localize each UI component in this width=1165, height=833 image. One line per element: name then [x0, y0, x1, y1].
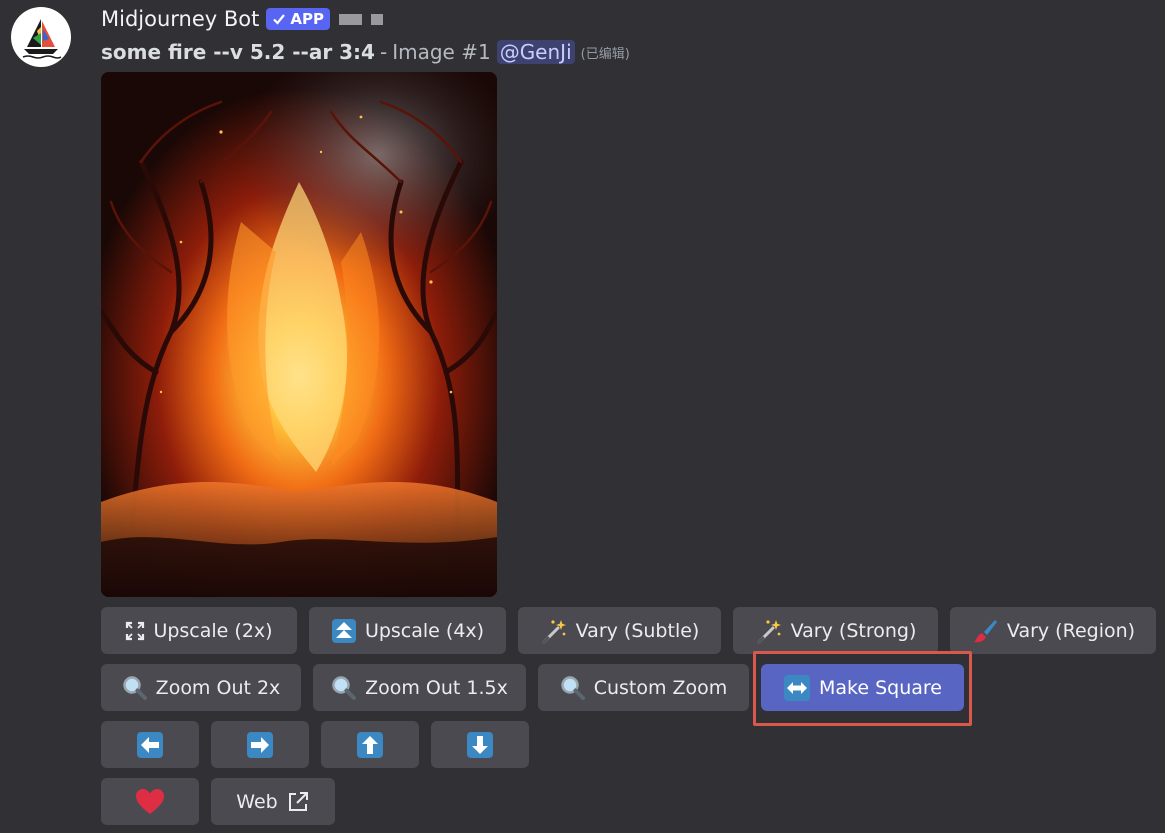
message-content: some fire --v 5.2 --ar 3:4 - Image #1 @G…	[101, 37, 630, 67]
vary-subtle-button[interactable]: Vary (Subtle)	[518, 607, 721, 654]
separator: -	[379, 40, 388, 64]
arrow-up-icon	[356, 731, 384, 759]
pan-up-button[interactable]	[321, 721, 419, 768]
zoom-out-2x-button[interactable]: Zoom Out 2x	[101, 664, 301, 711]
app-badge-label: APP	[290, 10, 324, 28]
button-label: Vary (Region)	[1006, 619, 1136, 642]
redacted-block	[338, 13, 362, 25]
heart-icon	[135, 788, 165, 816]
pan-down-button[interactable]	[431, 721, 529, 768]
magnifying-glass-icon	[122, 675, 148, 701]
button-label: Zoom Out 1.5x	[365, 676, 508, 699]
avatar[interactable]	[11, 7, 71, 67]
upscale-4x-button[interactable]: Upscale (4x)	[309, 607, 506, 654]
magnifying-glass-icon	[560, 675, 586, 701]
magnifying-glass-icon	[331, 675, 357, 701]
zoom-out-1-5x-button[interactable]: Zoom Out 1.5x	[313, 664, 526, 711]
highlight-annotation	[753, 651, 972, 726]
pan-right-button[interactable]	[211, 721, 309, 768]
generated-image[interactable]	[101, 72, 497, 597]
arrow-right-icon	[246, 731, 274, 759]
button-label: Upscale (2x)	[153, 619, 273, 642]
user-mention[interactable]: @GenJi	[496, 40, 575, 64]
author-name[interactable]: Midjourney Bot	[101, 7, 259, 31]
favorite-button[interactable]	[101, 778, 199, 825]
button-label: Zoom Out 2x	[155, 676, 281, 699]
arrow-left-icon	[136, 731, 164, 759]
expand-corners-icon	[125, 621, 145, 641]
image-label: Image #1	[392, 40, 491, 64]
prompt-text: some fire --v 5.2 --ar 3:4	[101, 40, 375, 64]
pan-left-button[interactable]	[101, 721, 199, 768]
button-label: Custom Zoom	[593, 676, 728, 699]
paintbrush-icon	[971, 617, 999, 645]
button-label: Upscale (4x)	[364, 619, 485, 642]
arrow-down-icon	[466, 731, 494, 759]
button-label: Vary (Subtle)	[575, 619, 700, 642]
vary-strong-button[interactable]: Vary (Strong)	[733, 607, 938, 654]
app-badge: APP	[266, 8, 330, 30]
button-label: Vary (Strong)	[790, 619, 917, 642]
checkmark-icon	[273, 14, 286, 25]
magic-wand-icon	[755, 617, 783, 645]
sailboat-logo-icon	[22, 19, 62, 59]
web-link-button[interactable]: Web	[211, 778, 335, 825]
magic-wand-icon	[540, 617, 568, 645]
custom-zoom-button[interactable]: Custom Zoom	[538, 664, 749, 711]
message-header: Midjourney Bot APP	[101, 4, 383, 34]
edited-tag: (已编辑)	[580, 46, 630, 62]
fire-forest-artwork	[101, 72, 497, 597]
button-label: Web	[236, 790, 278, 813]
redacted-block	[370, 13, 383, 25]
double-up-arrow-icon	[331, 618, 357, 644]
external-link-icon	[286, 790, 310, 814]
vary-region-button[interactable]: Vary (Region)	[950, 607, 1156, 654]
upscale-2x-button[interactable]: Upscale (2x)	[101, 607, 297, 654]
message: Midjourney Bot APP some fire --v 5.2 --a…	[0, 0, 1165, 833]
